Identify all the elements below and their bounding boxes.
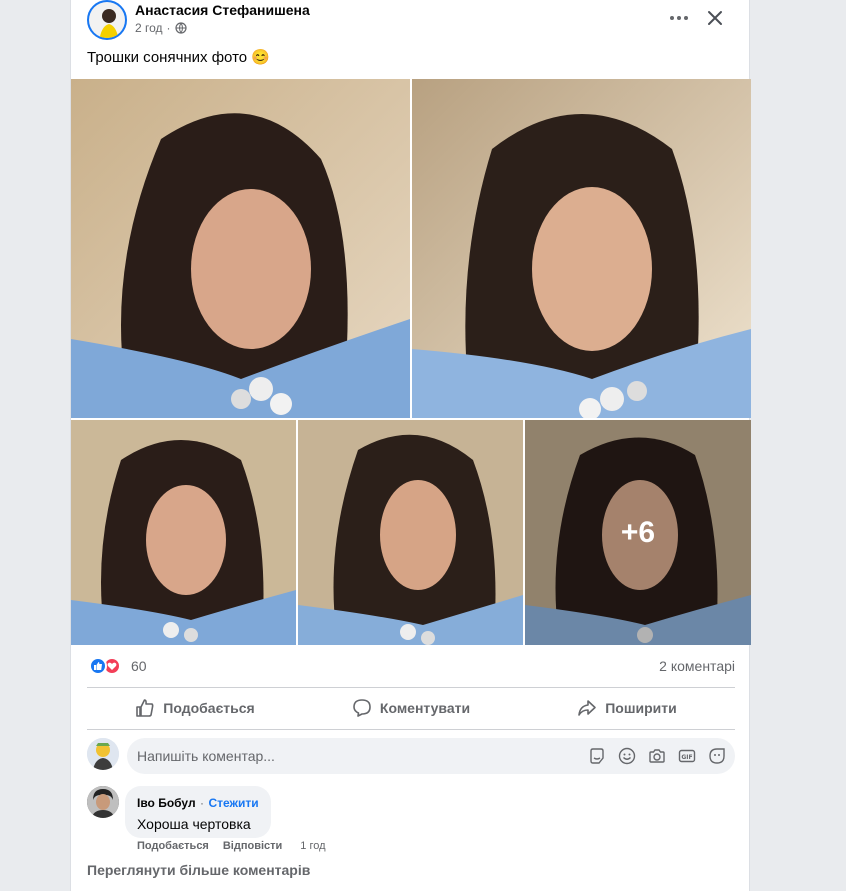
emoji-button[interactable]: [617, 746, 637, 766]
post-meta: 2 год ·: [135, 21, 187, 35]
sticker-button[interactable]: [707, 746, 727, 766]
comment-placeholder: Напишіть коментар...: [137, 748, 275, 764]
comment-bubble: Іво Бобул · Стежити Хороша чертовка: [125, 786, 271, 838]
post-actions: Подобається Коментувати Поширити: [87, 690, 735, 726]
like-button[interactable]: Подобається: [87, 690, 303, 726]
reaction-icons[interactable]: [89, 657, 121, 675]
reactions-count[interactable]: 60: [131, 658, 147, 674]
share-icon: [578, 700, 597, 716]
follow-button[interactable]: Стежити: [208, 796, 258, 810]
comment-reply-button[interactable]: Відповісти: [223, 840, 282, 852]
smile-emoji: 😊: [251, 49, 270, 66]
share-label: Поширити: [605, 700, 677, 716]
sticker-icon: [709, 748, 725, 764]
post-text-content: Трошки сонячних фото: [87, 48, 248, 66]
commenter-avatar[interactable]: [87, 786, 119, 818]
like-reaction-icon: [89, 657, 107, 675]
like-label: Подобається: [163, 700, 255, 716]
meta-separator: ·: [166, 21, 171, 35]
author-avatar[interactable]: [87, 0, 127, 40]
comment-text: Хороша чертовка: [137, 816, 251, 832]
photo-5-more[interactable]: +6: [525, 420, 751, 645]
divider-bottom: [87, 729, 735, 730]
comment-input[interactable]: Напишіть коментар... GIF: [127, 738, 735, 774]
comment-like-button[interactable]: Подобається: [137, 840, 209, 852]
emoji-icon: [618, 747, 636, 765]
author-name[interactable]: Анастасия Стефанишена: [135, 2, 310, 18]
avatar-sticker-button[interactable]: [587, 746, 607, 766]
comment-label: Коментувати: [379, 700, 471, 716]
more-horizontal-icon: [670, 16, 688, 20]
divider-top: [87, 687, 735, 688]
photo-3[interactable]: [71, 420, 296, 645]
globe-icon: [174, 22, 187, 34]
comment-button[interactable]: Коментувати: [303, 690, 519, 726]
photo-1[interactable]: [71, 79, 410, 418]
composer-tools: GIF: [587, 746, 727, 766]
gif-icon: GIF: [678, 749, 696, 763]
my-avatar[interactable]: [87, 738, 119, 770]
post-text: Трошки сонячних фото 😊: [87, 48, 270, 67]
photo-4[interactable]: [298, 420, 523, 645]
close-button[interactable]: [701, 4, 729, 32]
camera-button[interactable]: [647, 746, 667, 766]
post-header: Анастасия Стефанишена 2 год ·: [71, 0, 751, 40]
close-icon: [708, 11, 722, 25]
comment-icon: [353, 699, 371, 717]
comments-count[interactable]: 2 коментарі: [659, 658, 735, 674]
post-card: Анастасия Стефанишена 2 год · Трошки сон…: [70, 0, 751, 891]
camera-icon: [649, 749, 665, 763]
share-button[interactable]: Поширити: [519, 690, 735, 726]
comment-composer: Напишіть коментар... GIF: [87, 738, 735, 774]
gif-button[interactable]: GIF: [677, 746, 697, 766]
comment-separator: ·: [200, 796, 205, 810]
more-options-button[interactable]: [665, 4, 693, 32]
photo-2[interactable]: [412, 79, 751, 418]
commenter-name[interactable]: Іво Бобул: [137, 796, 196, 810]
view-more-comments[interactable]: Переглянути більше коментарів: [87, 862, 310, 878]
svg-text:GIF: GIF: [681, 754, 692, 761]
more-photos-overlay[interactable]: +6: [525, 420, 751, 645]
avatar-sticker-icon: [590, 748, 604, 764]
like-icon: [136, 699, 154, 717]
post-time[interactable]: 2 год: [135, 21, 163, 35]
post-stats: 60 2 коментарі: [87, 654, 735, 678]
comment-time[interactable]: 1 год: [300, 840, 325, 852]
comment-actions: Подобається Відповісти 1 год: [137, 840, 326, 852]
